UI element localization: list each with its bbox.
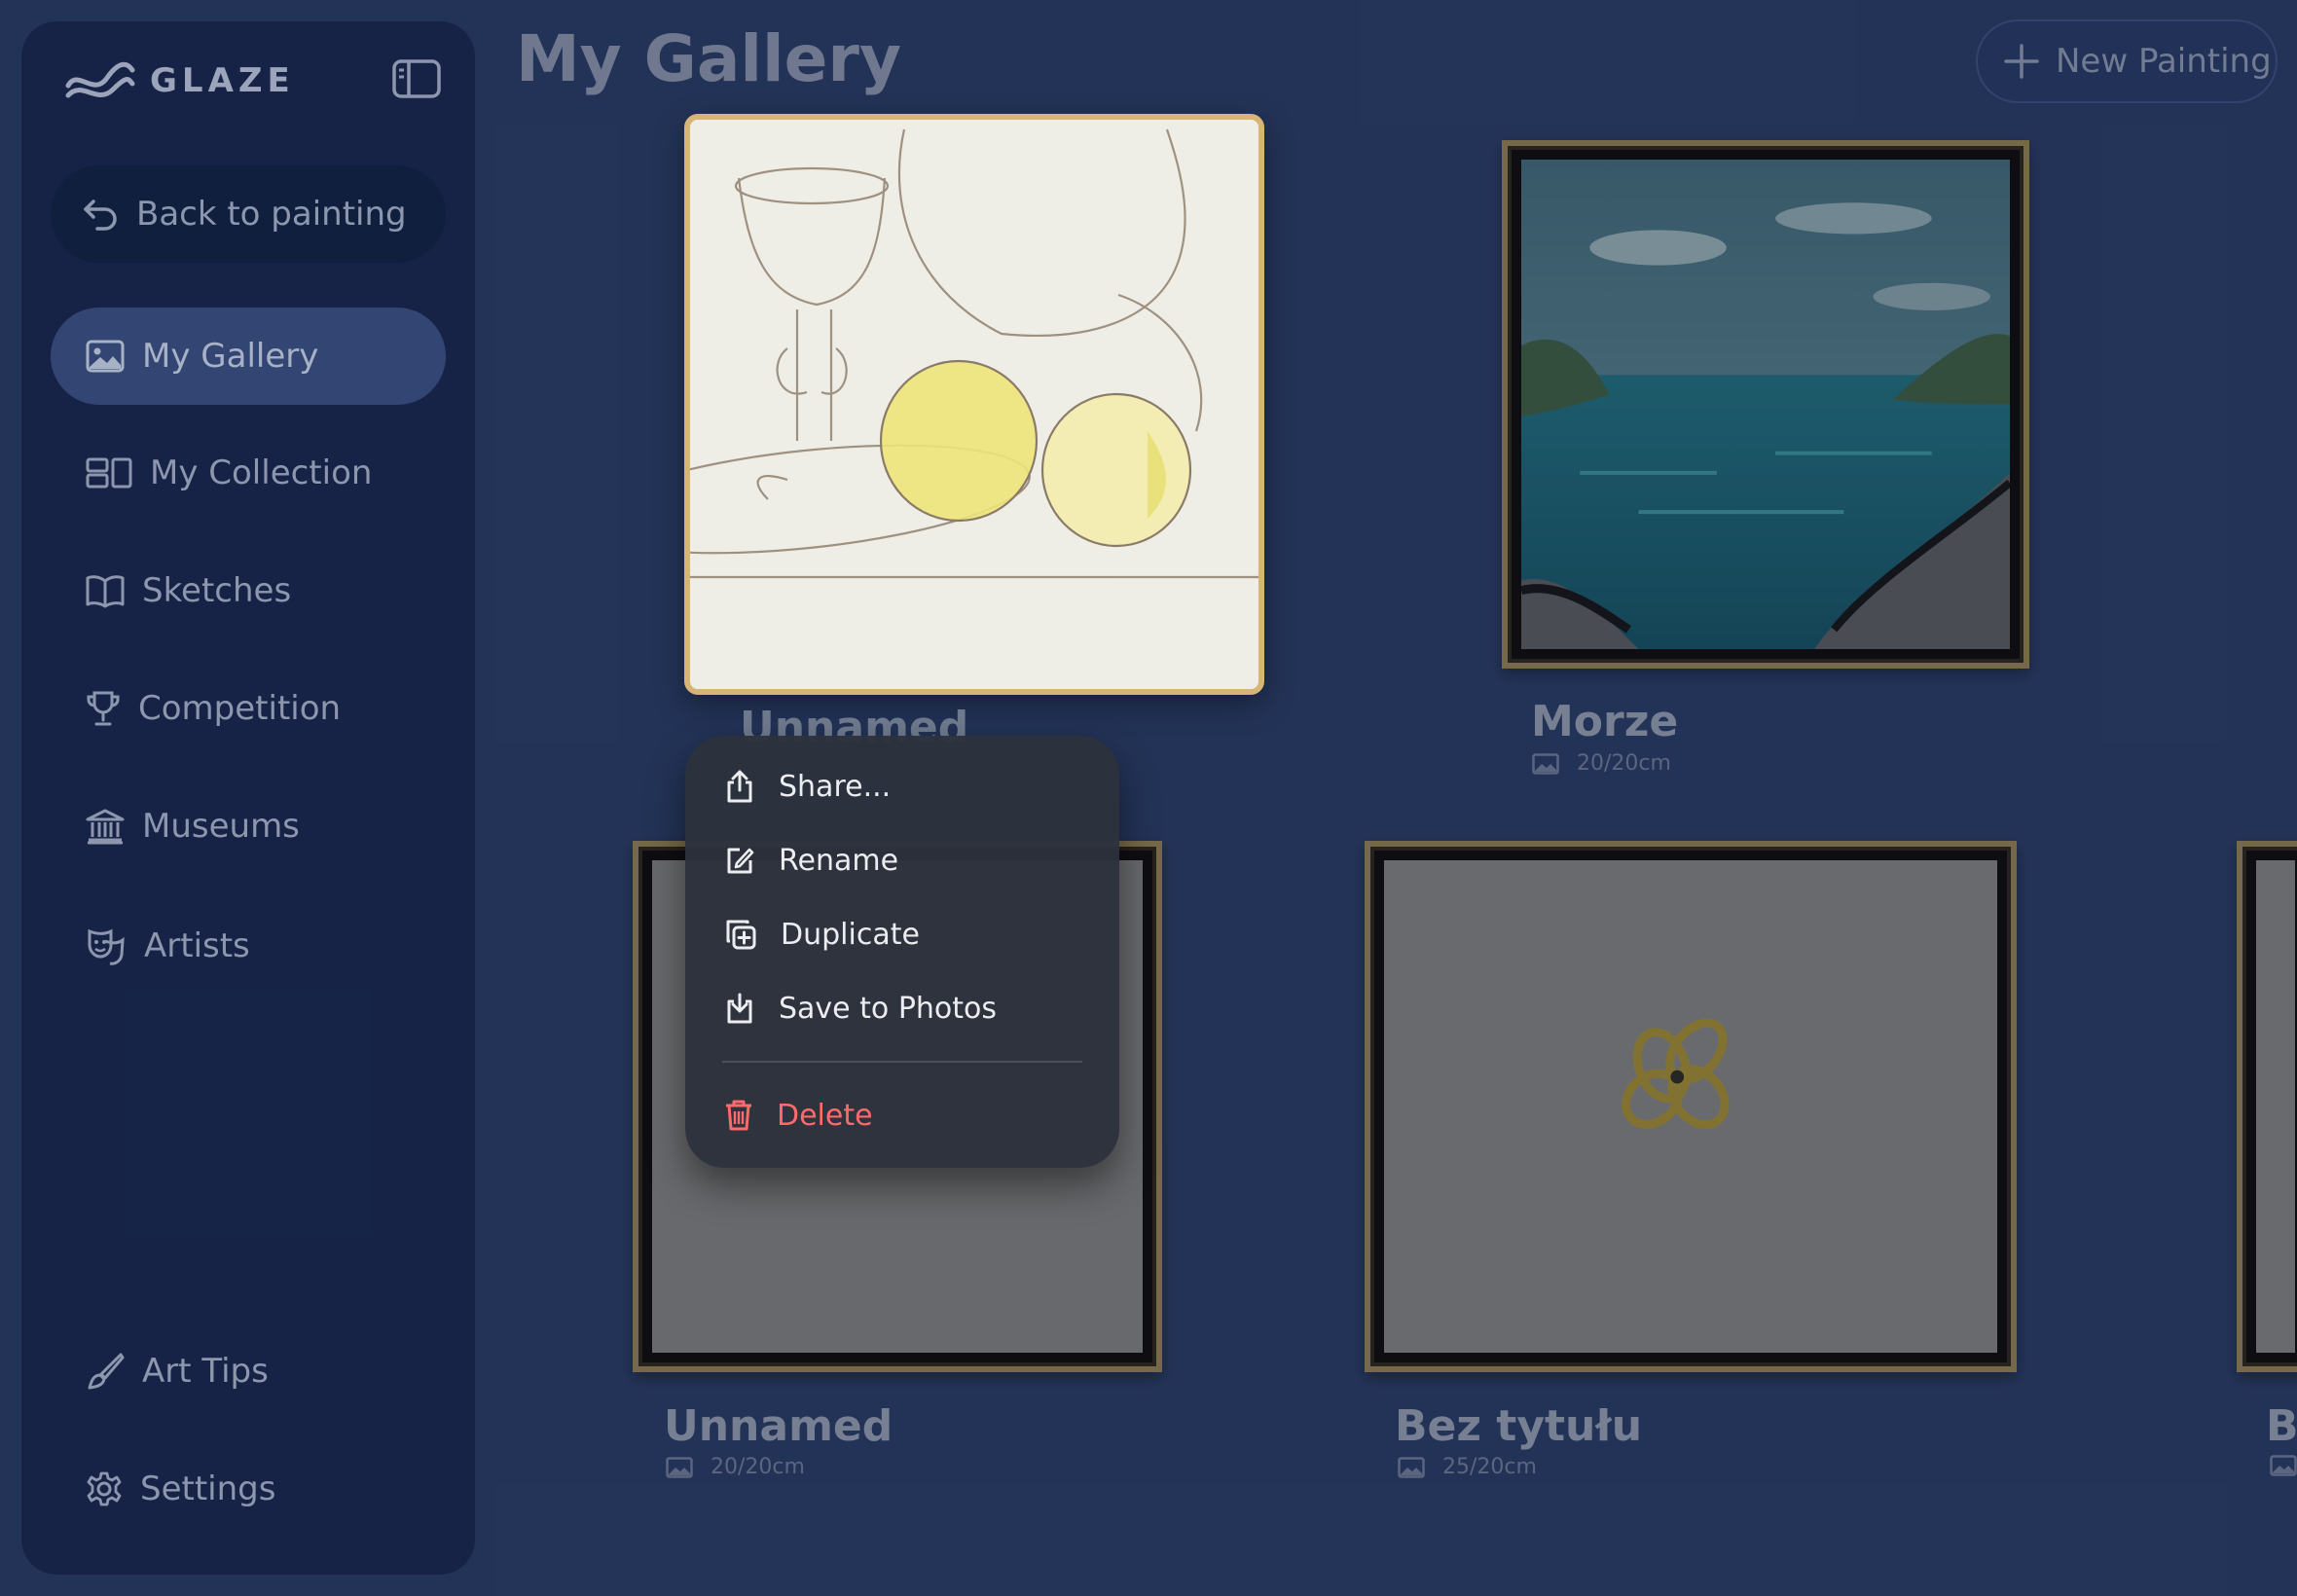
painting-card-morze[interactable] <box>1502 140 2029 669</box>
sidebar-item-label: My Collection <box>150 453 373 492</box>
sidebar-item-museums[interactable]: Museums <box>51 778 446 875</box>
save-to-photos-menu-item[interactable]: Save to Photos <box>724 979 997 1037</box>
painting-thumbnail <box>1384 860 1997 1353</box>
museum-icon <box>86 809 125 845</box>
sidebar: GLAZE Back to painting My Gallery My Col… <box>21 21 475 1575</box>
book-icon <box>86 575 125 608</box>
painting-thumbnail <box>690 120 1258 689</box>
image-icon <box>1532 752 1559 775</box>
glaze-logo-icon <box>65 61 135 98</box>
painting-card-unnamed-focused[interactable] <box>684 114 1264 695</box>
sidebar-item-label: Artists <box>144 926 250 965</box>
sidebar-item-competition[interactable]: Competition <box>51 660 446 757</box>
sidebar-item-artists[interactable]: Artists <box>51 897 446 995</box>
back-arrow-icon <box>84 200 117 231</box>
context-menu: Share... Rename Duplicate Save to Photos… <box>685 736 1119 1168</box>
trophy-icon <box>87 691 120 726</box>
save-to-photos-icon <box>727 993 752 1024</box>
painting-title: Unnamed <box>664 1401 893 1451</box>
image-icon <box>666 1456 693 1478</box>
sidebar-item-settings[interactable]: Settings <box>51 1440 446 1538</box>
duplicate-icon <box>726 920 756 950</box>
painting-thumbnail <box>2256 860 2295 1353</box>
image-icon <box>2270 1455 2297 1476</box>
image-icon <box>1398 1456 1425 1478</box>
theater-masks-icon <box>88 928 125 965</box>
sidebar-item-label: Competition <box>138 689 342 728</box>
image-icon <box>86 340 125 373</box>
rename-icon <box>727 848 754 874</box>
sidebar-item-my-collection[interactable]: My Collection <box>51 424 446 522</box>
duplicate-menu-item[interactable]: Duplicate <box>724 905 920 963</box>
painting-title: B <box>2266 1401 2297 1451</box>
sidebar-item-label: My Gallery <box>142 337 319 376</box>
sidebar-item-label: Art Tips <box>142 1352 269 1391</box>
painting-size: 25/20cm <box>1398 1455 1537 1479</box>
new-painting-button[interactable]: New Painting <box>1976 19 2278 103</box>
app-name: GLAZE <box>150 61 295 100</box>
new-painting-label: New Painting <box>2056 42 2272 81</box>
sidebar-item-label: Settings <box>140 1469 276 1508</box>
painting-thumbnail <box>1521 160 2010 649</box>
trash-icon <box>726 1100 751 1131</box>
gear-icon <box>87 1471 122 1506</box>
painting-card-partial[interactable] <box>2237 841 2297 1372</box>
page-title: My Gallery <box>516 21 901 96</box>
share-menu-item[interactable]: Share... <box>724 757 891 816</box>
back-to-painting-label: Back to painting <box>136 195 407 234</box>
rename-menu-item[interactable]: Rename <box>724 831 898 889</box>
sidebar-item-art-tips[interactable]: Art Tips <box>51 1323 446 1420</box>
painting-size: 20/20cm <box>1532 751 1671 776</box>
brush-icon <box>88 1353 125 1390</box>
painting-card-bez-tytulu[interactable] <box>1365 841 2017 1372</box>
plus-icon <box>2004 44 2039 79</box>
menu-divider <box>722 1061 1082 1063</box>
collection-icon <box>86 457 132 489</box>
sidebar-item-label: Museums <box>142 807 300 846</box>
share-icon <box>727 770 752 803</box>
sidebar-item-label: Sketches <box>142 571 292 610</box>
back-to-painting-button[interactable]: Back to painting <box>51 165 446 263</box>
painting-title: Morze <box>1531 697 1679 746</box>
sidebar-item-sketches[interactable]: Sketches <box>51 542 446 639</box>
painting-size <box>2270 1455 2297 1476</box>
sidebar-item-my-gallery[interactable]: My Gallery <box>51 308 446 405</box>
painting-size: 20/20cm <box>666 1455 805 1479</box>
sidebar-toggle-icon[interactable] <box>391 58 442 99</box>
app-logo: GLAZE <box>64 56 295 105</box>
delete-menu-item[interactable]: Delete <box>724 1086 873 1144</box>
painting-title: Bez tytułu <box>1395 1401 1643 1451</box>
